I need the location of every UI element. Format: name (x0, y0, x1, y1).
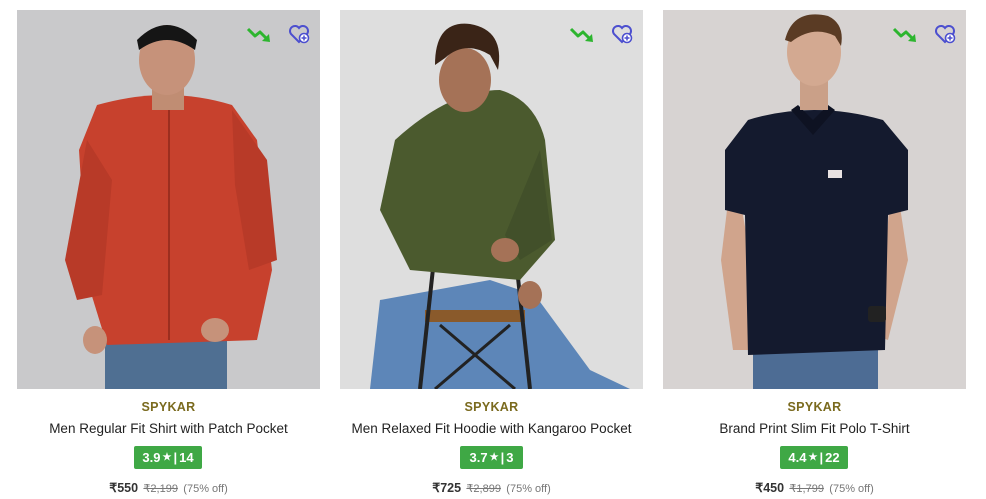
price-drop-trend-icon (246, 27, 270, 42)
product-image[interactable] (17, 10, 320, 389)
price-row: ₹550 ₹2,199 (75% off) (17, 480, 320, 495)
add-to-wishlist-heart-icon[interactable] (610, 22, 634, 46)
review-count: 22 (825, 450, 840, 465)
review-count: 3 (506, 450, 514, 465)
product-title[interactable]: Men Regular Fit Shirt with Patch Pocket (17, 421, 320, 436)
discount-label: (75% off) (183, 483, 228, 495)
rating-separator: | (173, 450, 178, 465)
star-icon: ★ (489, 452, 499, 463)
discount-label: (75% off) (506, 483, 551, 495)
original-price: ₹1,799 (789, 483, 824, 495)
product-card[interactable]: SPYKAR Brand Print Slim Fit Polo T-Shirt… (663, 10, 966, 499)
sale-price: ₹725 (432, 481, 462, 495)
review-count: 14 (179, 450, 194, 465)
add-to-wishlist-heart-icon[interactable] (933, 22, 957, 46)
sale-price: ₹550 (109, 481, 139, 495)
product-title[interactable]: Brand Print Slim Fit Polo T-Shirt (663, 421, 966, 436)
rating-badge: 3.7 ★ | 3 (460, 446, 523, 469)
star-icon: ★ (162, 452, 172, 463)
rating-value: 3.9 (142, 450, 161, 465)
rating-badge: 4.4 ★ | 22 (780, 446, 848, 469)
original-price: ₹2,899 (466, 483, 501, 495)
discount-label: (75% off) (829, 483, 874, 495)
product-card[interactable]: SPYKAR Men Relaxed Fit Hoodie with Kanga… (340, 10, 643, 499)
product-title[interactable]: Men Relaxed Fit Hoodie with Kangaroo Poc… (340, 421, 643, 436)
product-card[interactable]: SPYKAR Men Regular Fit Shirt with Patch … (17, 10, 320, 499)
add-to-wishlist-heart-icon[interactable] (287, 22, 311, 46)
product-image[interactable] (663, 10, 966, 389)
rating-separator: | (500, 450, 505, 465)
brand-name: SPYKAR (787, 400, 842, 414)
price-row: ₹450 ₹1,799 (75% off) (663, 480, 966, 495)
brand-name: SPYKAR (141, 400, 196, 414)
price-row: ₹725 ₹2,899 (75% off) (340, 480, 643, 495)
sale-price: ₹450 (755, 481, 785, 495)
rating-separator: | (819, 450, 824, 465)
rating-badge: 3.9 ★ | 14 (134, 446, 202, 469)
product-image[interactable] (340, 10, 643, 389)
price-drop-trend-icon (569, 27, 593, 42)
star-icon: ★ (808, 452, 818, 463)
rating-value: 4.4 (788, 450, 807, 465)
price-drop-trend-icon (892, 27, 916, 42)
original-price: ₹2,199 (143, 483, 178, 495)
brand-name: SPYKAR (464, 400, 519, 414)
rating-value: 3.7 (469, 450, 488, 465)
